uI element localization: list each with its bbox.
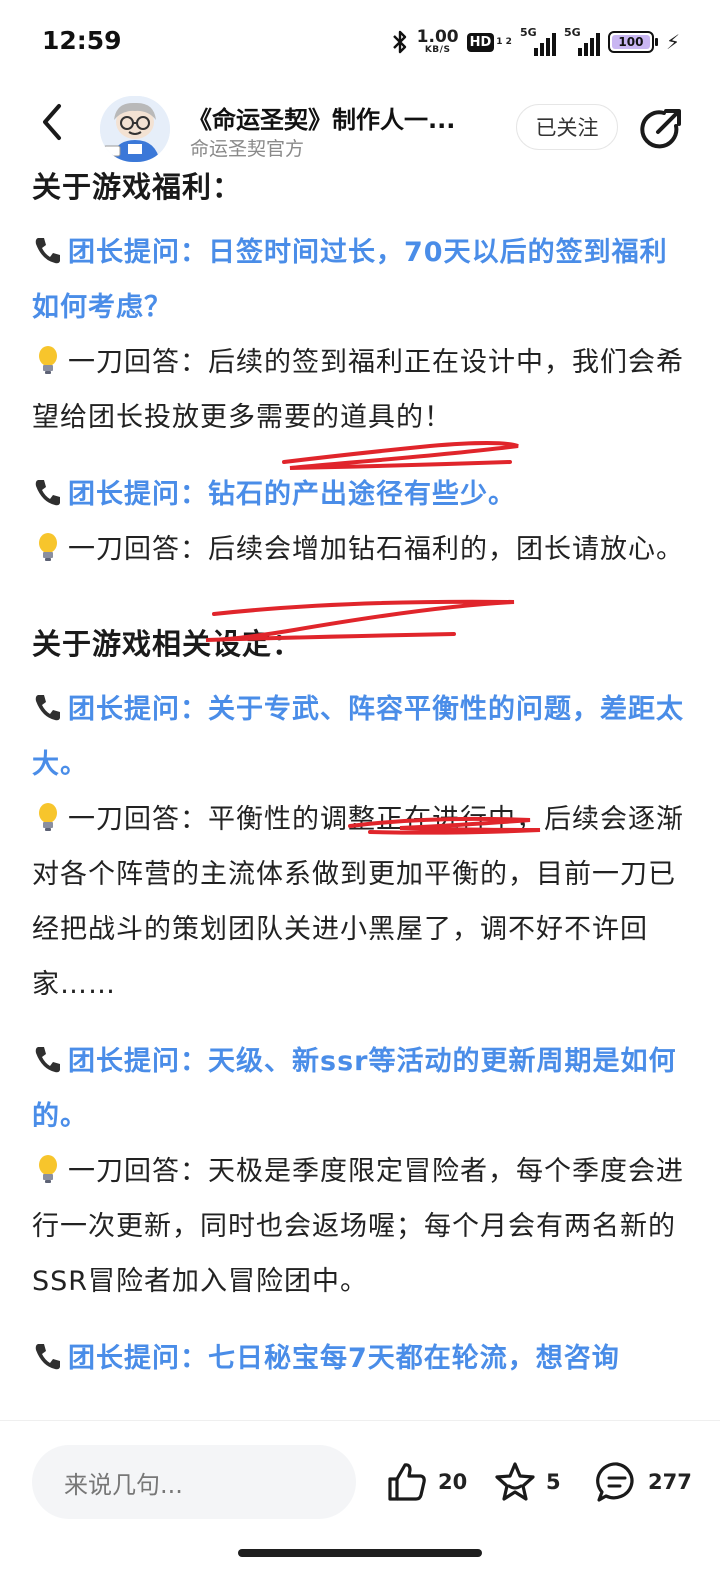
bulb-icon — [39, 803, 57, 831]
comment-button[interactable]: 277 — [594, 1459, 692, 1505]
signal-icon-1: 5G — [519, 26, 556, 56]
question-5-text: 团长提问：七日秘宝每7天都在轮流，想咨询 — [68, 1343, 620, 1374]
question-1: 团长提问：日签时间过长，70天以后的签到福利如何考虑？ — [32, 225, 692, 335]
back-icon — [43, 104, 61, 140]
answer-1: 一刀回答：后续的签到福利正在设计中，我们会希望给团长投放更多需要的道具的！ — [32, 335, 692, 445]
answer-2: 一刀回答：后续会增加钻石福利的，团长请放心。 — [32, 522, 692, 577]
battery-icon: 100 — [607, 31, 658, 53]
battery-level: 100 — [611, 35, 650, 49]
comment-count: 277 — [648, 1470, 692, 1494]
hd-label: HD — [466, 32, 495, 52]
phone-icon — [35, 238, 60, 264]
star-icon — [495, 1462, 535, 1501]
status-time: 12:59 — [42, 26, 122, 55]
article-header: 《命运圣契》制作人一... 命运圣契官方 已关注 — [0, 86, 720, 170]
status-bar: 12:59 1.00 KB/S HD 1 2 5G 5G 100 ⚡ — [0, 0, 720, 86]
answer-3: 一刀回答：平衡性的调整正在进行中，后续会逐渐对各个阵营的主流体系做到更加平衡的，… — [32, 792, 692, 1012]
status-icons: 1.00 KB/S HD 1 2 5G 5G 100 ⚡ — [391, 26, 680, 58]
follow-button[interactable]: 已关注 — [516, 104, 618, 150]
question-4-text: 团长提问：天级、新ssr等活动的更新周期是如何的。 — [32, 1046, 677, 1132]
share-icon — [640, 109, 681, 149]
author-name[interactable]: 命运圣契官方 — [190, 134, 304, 161]
hd-sub: 1 2 — [496, 36, 512, 47]
bluetooth-icon — [392, 30, 406, 54]
phone-icon — [35, 1047, 60, 1073]
signal-label-2: 5G — [563, 26, 581, 39]
bulb-icon — [39, 533, 57, 561]
like-count: 20 — [438, 1470, 468, 1494]
phone-icon — [35, 695, 60, 721]
comment-icon — [596, 1462, 634, 1502]
signal-label-1: 5G — [519, 26, 537, 39]
question-2: 团长提问：钻石的产出途径有些少。 — [32, 467, 692, 522]
charging-icon: ⚡ — [665, 30, 680, 54]
answer-4: 一刀回答：天极是季度限定冒险者，每个季度会进行一次更新，同时也会返场喔；每个月会… — [32, 1144, 692, 1309]
bottom-action-bar: 来说几句... 20 5 277 — [0, 1420, 720, 1584]
comment-input[interactable]: 来说几句... — [32, 1445, 356, 1519]
favorite-count: 5 — [546, 1470, 561, 1494]
question-2-text: 团长提问：钻石的产出途径有些少。 — [68, 479, 516, 510]
phone-icon — [35, 480, 60, 506]
share-button[interactable] — [636, 104, 686, 154]
question-1-text: 团长提问：日签时间过长，70天以后的签到福利如何考虑？ — [32, 237, 668, 323]
hd-icon: HD 1 2 — [466, 32, 512, 52]
phone-icon — [35, 1344, 60, 1370]
article-title: 《命运圣契》制作人一... — [188, 106, 456, 134]
like-icon — [388, 1463, 426, 1501]
section-heading-settings: 关于游戏相关设定： — [32, 627, 303, 661]
screen: 12:59 1.00 KB/S HD 1 2 5G 5G 100 ⚡ 《命运圣契… — [0, 0, 720, 1584]
like-button[interactable]: 20 — [384, 1459, 467, 1505]
answer-3-text: 一刀回答：平衡性的调整正在进行中，后续会逐渐对各个阵营的主流体系做到更加平衡的，… — [32, 804, 684, 1000]
question-4: 团长提问：天级、新ssr等活动的更新周期是如何的。 — [32, 1034, 692, 1144]
net-speed-unit: KB/S — [424, 45, 451, 55]
question-5: 团长提问：七日秘宝每7天都在轮流，想咨询 — [32, 1331, 692, 1386]
signal-icon-2: 5G — [563, 26, 600, 56]
home-indicator[interactable] — [238, 1549, 482, 1557]
answer-1-text: 一刀回答：后续的签到福利正在设计中，我们会希望给团长投放更多需要的道具的！ — [32, 347, 684, 433]
answer-4-text: 一刀回答：天极是季度限定冒险者，每个季度会进行一次更新，同时也会返场喔；每个月会… — [32, 1156, 684, 1297]
network-speed: 1.00 KB/S — [417, 29, 459, 55]
net-speed-value: 1.00 — [416, 27, 459, 47]
question-3-text: 团长提问：关于专武、阵容平衡性的问题，差距太大。 — [32, 694, 684, 780]
favorite-button[interactable]: 5 — [492, 1459, 561, 1505]
avatar — [100, 96, 170, 162]
bulb-icon — [39, 346, 57, 374]
answer-2-text: 一刀回答：后续会增加钻石福利的，团长请放心。 — [68, 534, 684, 565]
article-body: 关于游戏福利： 团长提问：日签时间过长，70天以后的签到福利如何考虑？ 一刀回答… — [32, 160, 692, 1386]
bulb-icon — [39, 1155, 57, 1183]
question-3: 团长提问：关于专武、阵容平衡性的问题，差距太大。 — [32, 682, 692, 792]
back-button[interactable] — [30, 100, 74, 144]
author-avatar[interactable] — [100, 96, 170, 162]
